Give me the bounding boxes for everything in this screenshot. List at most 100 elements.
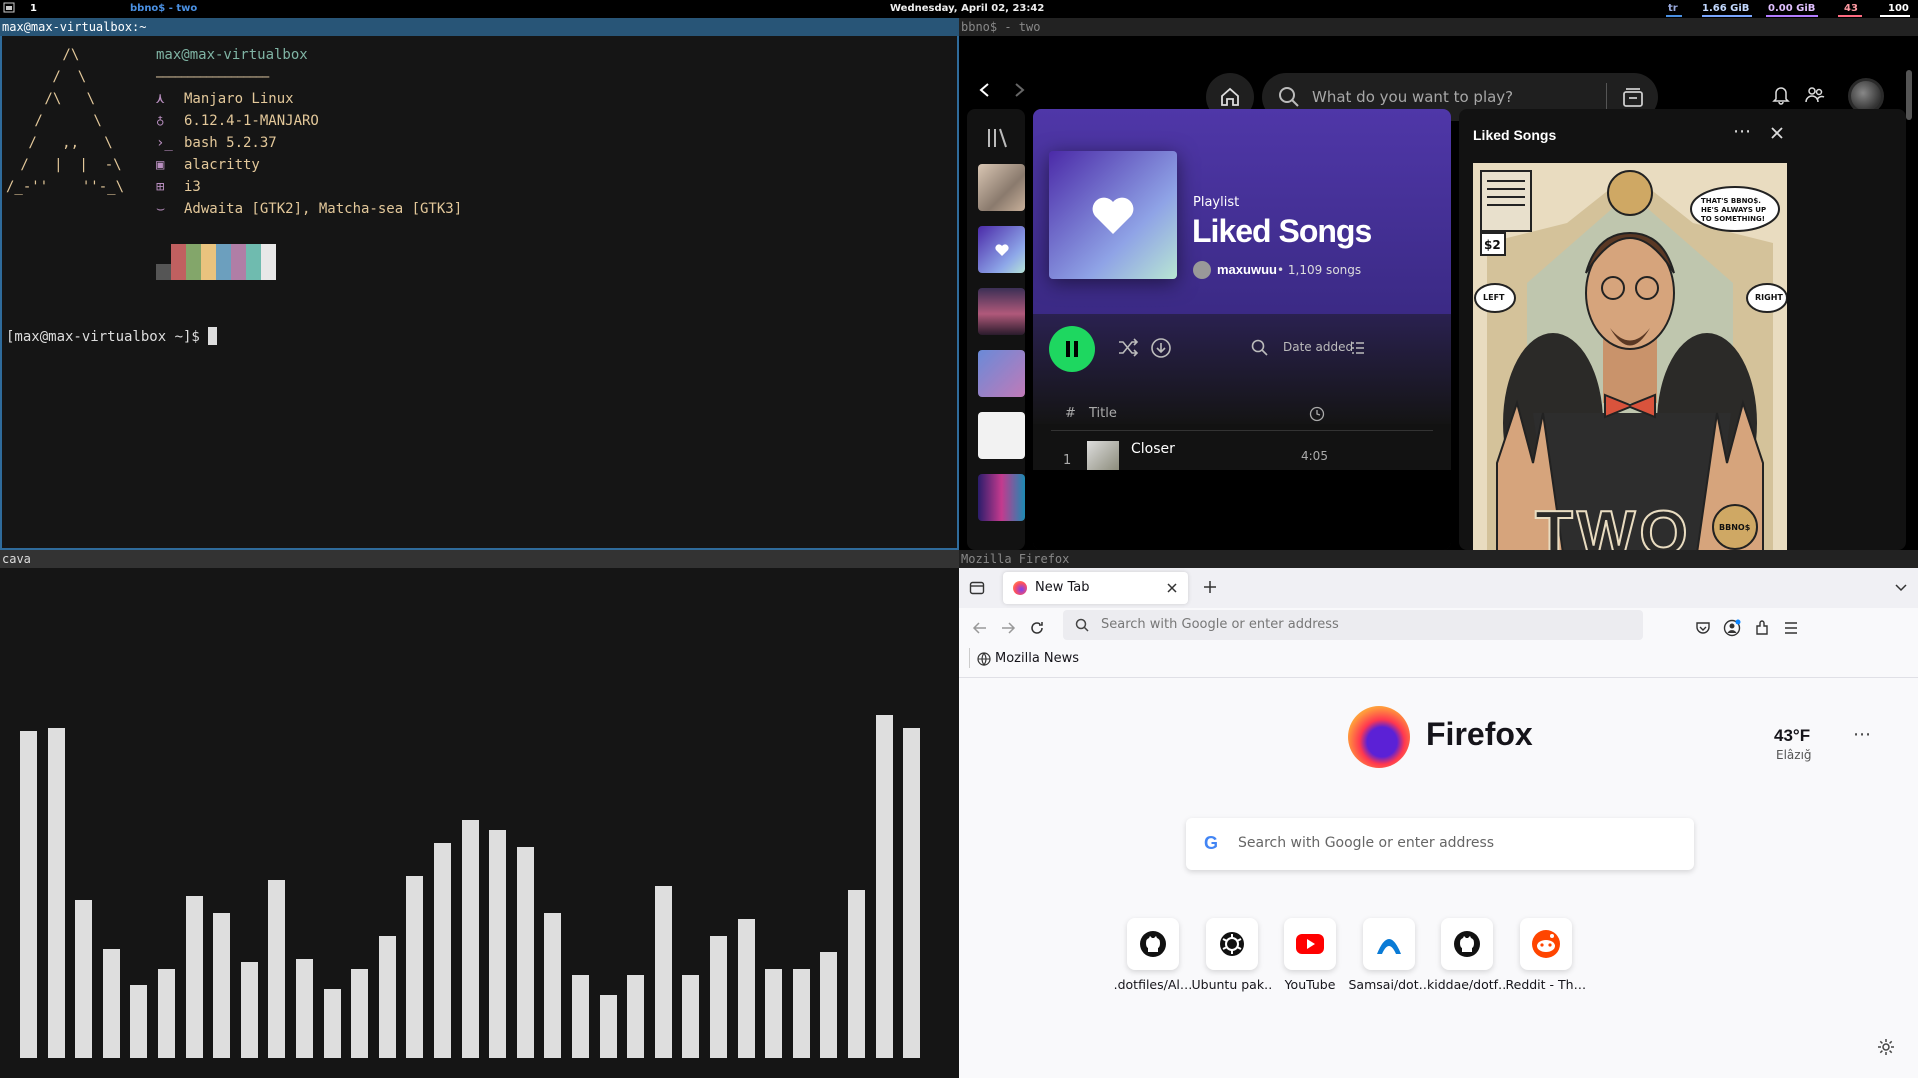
shortcut-label: Reddit - Th… (1505, 977, 1586, 992)
firefox-favicon-icon (1013, 581, 1027, 595)
prompt[interactable]: [max@max-virtualbox ~]$ (6, 326, 218, 348)
download-icon[interactable] (1150, 337, 1172, 359)
playlist-thumb[interactable] (978, 350, 1025, 397)
owner-avatar (1193, 261, 1211, 279)
visualizer-bar (765, 969, 783, 1058)
temperature: 43 (1844, 3, 1858, 14)
search-placeholder: Search with Google or enter address (1238, 835, 1495, 851)
prompt-text: [max@max-virtualbox ~]$ (6, 329, 209, 345)
tab-close-icon[interactable] (1166, 582, 1178, 594)
scrollbar[interactable] (1906, 70, 1912, 120)
settings-gear-icon[interactable] (1877, 1038, 1895, 1056)
divider (1606, 83, 1607, 111)
back-icon[interactable] (973, 78, 997, 102)
tab-list-icon[interactable] (1894, 581, 1908, 595)
bell-icon[interactable] (1772, 85, 1790, 105)
cava-window[interactable]: cava (0, 550, 959, 1078)
playlist-thumb[interactable] (978, 288, 1025, 335)
pocket-icon[interactable] (1695, 620, 1711, 636)
extensions-icon[interactable] (1754, 620, 1770, 636)
shortcut-label: .dotfiles/Al… (1113, 977, 1193, 992)
pause-icon (1066, 341, 1078, 357)
shortcut-label: Samsai/dot… (1348, 977, 1429, 992)
datetime: Wednesday, April 02, 23:42 (890, 3, 1045, 14)
shortcut-tile[interactable]: Reddit - Th… (1506, 918, 1588, 1018)
playlist-thumb[interactable] (978, 474, 1025, 521)
focused-window-title: bbno$ - two (130, 3, 198, 14)
tab-newtab[interactable]: New Tab (1003, 572, 1188, 604)
bookmark-item[interactable]: Mozilla News (977, 651, 1079, 666)
keyboard-layout[interactable]: tr (1668, 3, 1678, 14)
visualizer-bar (710, 936, 727, 1058)
friends-icon[interactable] (1804, 85, 1826, 105)
price-tag: $2 (1484, 238, 1501, 252)
visualizer-bar (572, 975, 589, 1058)
shortcut-tile[interactable]: Ubuntu pak… (1192, 918, 1274, 1018)
shell-icon: ›_ (156, 135, 173, 151)
new-tab-icon[interactable] (1202, 579, 1218, 595)
library-icon[interactable] (986, 127, 1008, 149)
tab-label: New Tab (1035, 580, 1090, 595)
shortcut-tile[interactable]: Samsai/dot… (1349, 918, 1431, 1018)
forward-icon[interactable] (1000, 620, 1016, 636)
visualizer-bar (351, 969, 369, 1058)
pause-button[interactable] (1049, 326, 1095, 372)
left-bubble: LEFT (1483, 293, 1505, 302)
brand-wordmark: Firefox (1426, 716, 1533, 752)
weather-menu-icon[interactable]: ⋯ (1853, 724, 1871, 745)
main-view: Playlist Liked Songs maxuwuu • 1,109 son… (1033, 109, 1451, 550)
weather-temp[interactable]: 43°F (1774, 726, 1810, 746)
kernel-icon: ♁ (156, 113, 165, 129)
track-art (1087, 441, 1119, 473)
list-view-icon[interactable] (1351, 341, 1365, 355)
arch-icon: ⋏ (156, 91, 165, 107)
terminal-icon: ▣ (156, 157, 165, 173)
visualizer-bar (268, 880, 286, 1058)
url-bar[interactable]: Search with Google or enter address (1063, 610, 1643, 640)
owner-name[interactable]: maxuwuu (1217, 262, 1277, 277)
visualizer-bar (378, 936, 396, 1058)
visualizer-bar (820, 952, 838, 1058)
more-icon[interactable]: ⋯ (1733, 121, 1751, 142)
visualizer-bar (434, 843, 451, 1058)
github-icon (1127, 918, 1179, 970)
info-value: Manjaro Linux (184, 91, 294, 107)
now-playing-panel: Liked Songs ⋯ THAT'S BBNO$. HE'S ALWAYS … (1459, 109, 1906, 550)
close-icon[interactable] (1770, 126, 1784, 140)
panel-title: Liked Songs (1473, 127, 1557, 143)
reload-icon[interactable] (1029, 620, 1045, 636)
back-icon[interactable] (972, 620, 988, 636)
shortcut-tile[interactable]: .dotfiles/Al… (1114, 918, 1195, 1018)
shortcut-tile[interactable]: kiddae/dotf… (1427, 918, 1509, 1018)
menu-icon[interactable] (1783, 620, 1799, 636)
playlist-thumb[interactable] (978, 164, 1025, 211)
playlist-thumb[interactable] (978, 412, 1025, 459)
seal-text: BBNO$ (1719, 523, 1751, 532)
palette-swatch (156, 264, 171, 280)
forward-icon[interactable] (1007, 78, 1031, 102)
underline (1880, 15, 1910, 17)
track-index: 1 (1063, 453, 1072, 468)
sort-label[interactable]: Date added (1283, 340, 1353, 354)
liked-songs-thumb[interactable] (978, 226, 1025, 273)
browse-icon[interactable] (1622, 86, 1644, 108)
workspace-1[interactable]: 1 (30, 3, 37, 14)
top-sites: .dotfiles/Al… Ubuntu pak… YouTube Samsai/do… (1114, 918, 1717, 1018)
firefox-window[interactable]: Mozilla Firefox New Tab Search with Goog… (959, 550, 1918, 1078)
visualizer-bar (682, 975, 700, 1058)
account-icon[interactable] (1723, 619, 1741, 637)
search-icon[interactable] (1251, 339, 1269, 357)
shuffle-icon[interactable] (1117, 338, 1139, 358)
visualizer-bar (737, 919, 755, 1058)
info-row: ›_ bash 5.2.37 (156, 132, 462, 154)
clock-icon (1309, 406, 1325, 422)
terminal-window[interactable]: max@max-virtualbox:~ /\ / \ /\ \ / \ / ,… (0, 18, 959, 550)
shortcut-tile[interactable]: YouTube (1274, 918, 1352, 1018)
firefox-view-icon[interactable] (969, 580, 985, 596)
underline (1702, 15, 1752, 17)
info-value: i3 (184, 179, 201, 195)
spotify-window[interactable]: bbno$ - two What do you want to play? Pl… (959, 18, 1918, 550)
track-row[interactable]: 1 Closer 4:05 (1033, 439, 1451, 473)
arc-icon (1362, 918, 1415, 970)
search-box[interactable]: G Search with Google or enter address (1186, 818, 1694, 870)
